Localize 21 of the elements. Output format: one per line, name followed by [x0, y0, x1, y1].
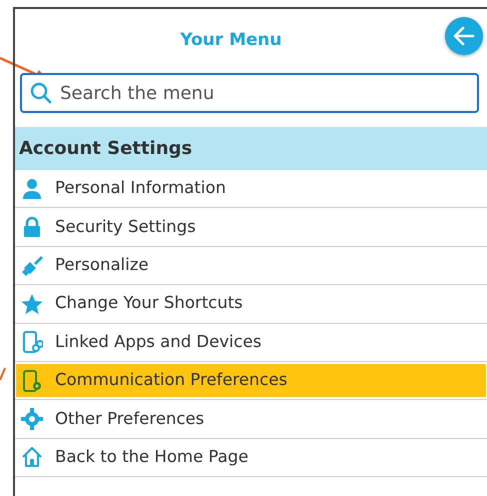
menu-item[interactable]: Security Settings — [16, 210, 486, 244]
menu-item[interactable]: Personalize — [16, 248, 486, 282]
search-icon — [30, 82, 52, 104]
menu-item[interactable]: Back to the Home Page — [16, 440, 486, 474]
menu-item[interactable]: Communication Preferences — [16, 364, 486, 398]
phone-link-icon — [21, 331, 43, 354]
menu-title: Your Menu — [180, 29, 282, 52]
paintbrush-icon — [21, 254, 43, 276]
back-button[interactable] — [445, 17, 483, 55]
padlock-icon — [21, 216, 43, 238]
menu-item[interactable]: Personal Information — [16, 172, 486, 206]
menu-item[interactable]: Other Preferences — [16, 402, 486, 436]
section-header: Account Settings — [19, 137, 192, 161]
phone-gear-icon — [21, 370, 43, 392]
back-arrow-icon — [452, 24, 476, 48]
menu-item[interactable]: Linked Apps and Devices — [16, 326, 486, 359]
search-field[interactable]: Search the menu — [20, 73, 479, 113]
menu-item[interactable]: Change Your Shortcuts — [16, 287, 486, 321]
house-icon — [21, 446, 43, 468]
star-icon — [21, 292, 43, 315]
person-icon — [21, 178, 43, 200]
